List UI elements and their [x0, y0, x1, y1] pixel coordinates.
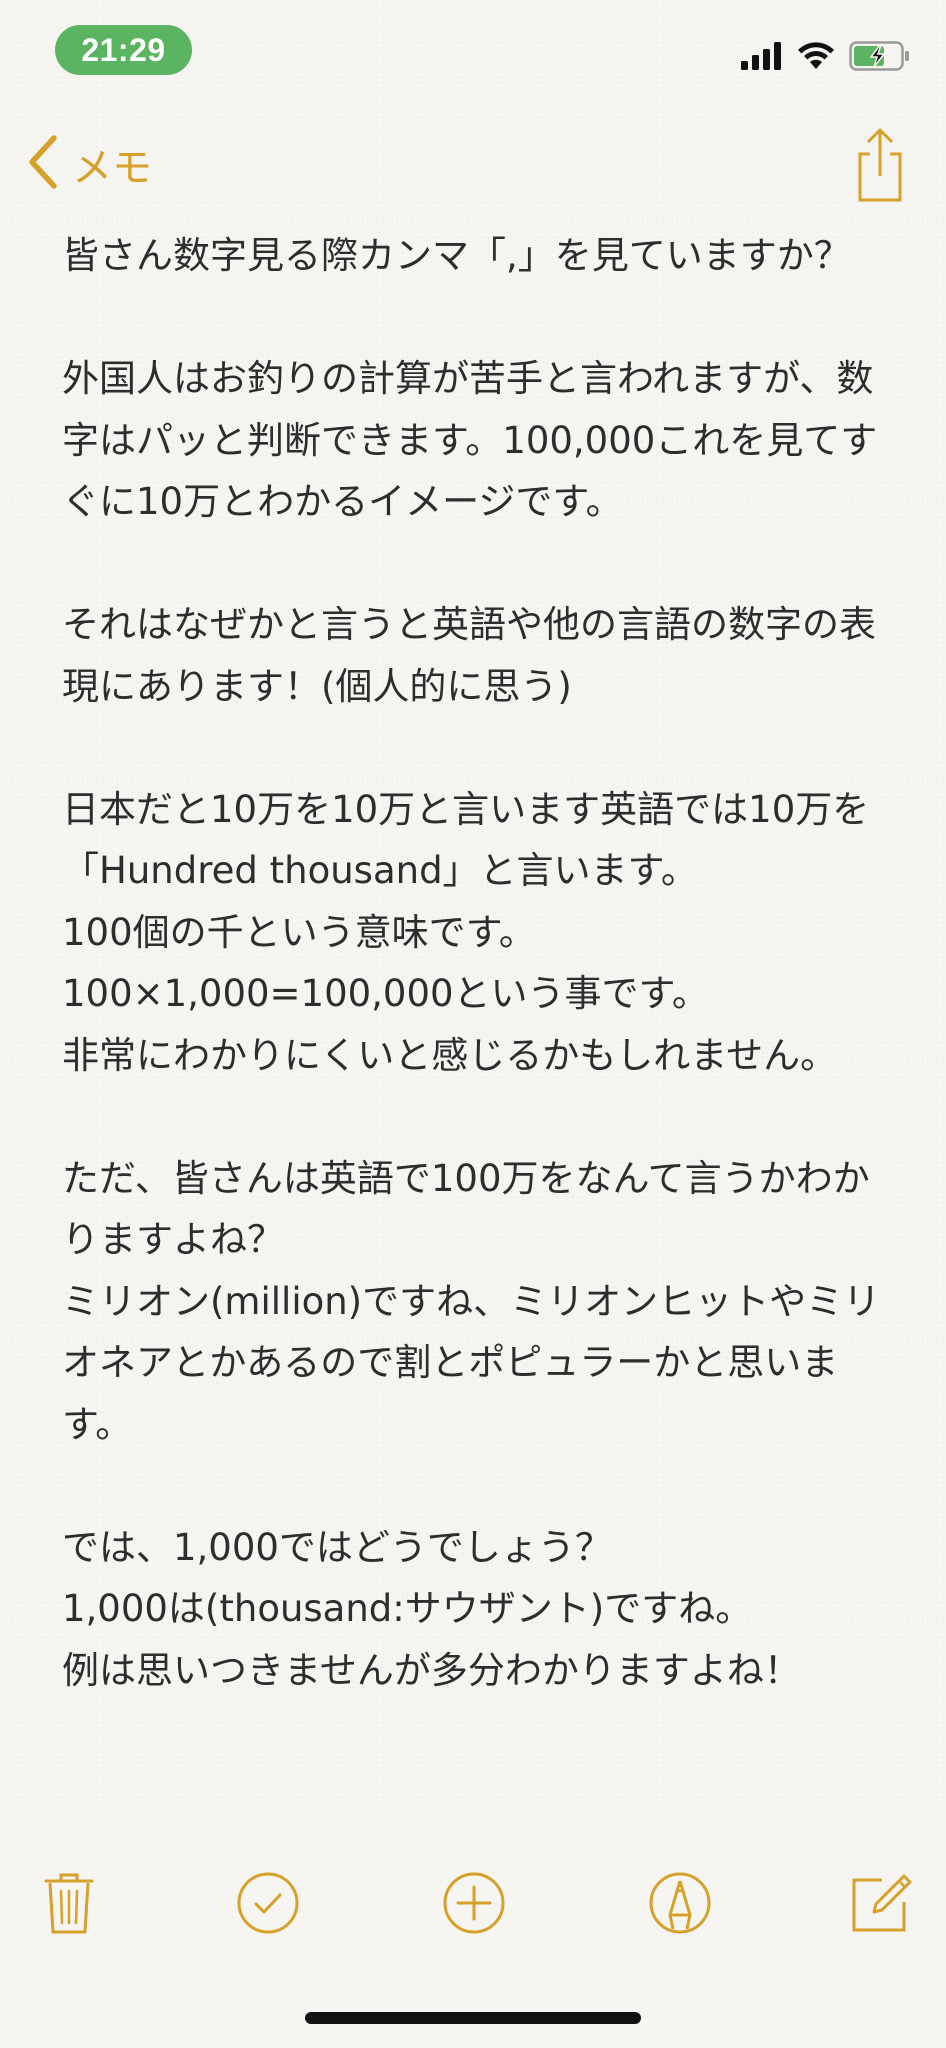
share-icon: [850, 128, 910, 208]
note-paragraph: 100個の千という意味です。: [62, 910, 536, 954]
note-paragraph: 外国人はお釣りの計算が苦手と言われますが、数字はパッと判断できます。100,00…: [62, 357, 878, 523]
cellular-signal-icon: [741, 42, 783, 74]
battery-charging-icon: [849, 41, 911, 75]
trash-icon: [44, 1871, 94, 1939]
bottom-toolbar: [0, 1870, 946, 1940]
note-blank-line: [62, 533, 892, 595]
note-paragraph: 1,000は(thousand:サウザント)ですね。: [62, 1587, 753, 1630]
note-paragraph: それはなぜかと言うと英語や他の言語の数字の表現にあります！(個人的に思う): [62, 603, 876, 708]
note-text[interactable]: 皆さん数字見る際カンマ「,」を見ていますか？ 外国人はお釣りの計算が苦手と言われま…: [62, 225, 892, 1701]
checklist-icon: [236, 1871, 300, 1939]
navigation-bar: メモ: [0, 120, 946, 210]
note-blank-line: [62, 1086, 892, 1148]
status-time: 21:29: [55, 25, 192, 75]
wifi-icon: [797, 42, 835, 74]
note-paragraph: 100×1,000=100,000という事です。: [62, 972, 709, 1015]
note-paragraph: では、1,000ではどうでしょう？: [62, 1525, 612, 1569]
markup-button[interactable]: [645, 1870, 715, 1940]
checklist-button[interactable]: [233, 1870, 303, 1940]
note-paragraph: ミリオン(million)ですね、ミリオンヒットやミリオネアとかあるので割とポピ…: [62, 1279, 881, 1446]
chevron-left-icon: [26, 134, 60, 194]
note-paragraph: 日本だと10万を10万と言います英語では10万を「Hundred thousan…: [62, 787, 870, 893]
note-paragraph: 皆さん数字見る際カンマ「,」を見ていますか？: [62, 234, 851, 277]
compose-button[interactable]: [846, 1870, 916, 1940]
back-button[interactable]: メモ: [26, 134, 152, 194]
note-paragraph: 例は思いつきませんが多分わかりますよね！: [62, 1648, 801, 1692]
home-indicator: [305, 2012, 641, 2024]
note-blank-line: [62, 717, 892, 779]
back-label: メモ: [72, 145, 152, 191]
note-paragraph: 非常にわかりにくいと感じるかもしれません。: [62, 1033, 838, 1077]
note-paragraph: ただ、皆さんは英語で100万をなんて言うかわかりますよね？: [62, 1156, 870, 1262]
note-blank-line: [62, 287, 892, 349]
status-icons: [741, 40, 911, 76]
markup-icon: [648, 1871, 712, 1939]
delete-button[interactable]: [34, 1870, 104, 1940]
note-blank-line: [62, 1455, 892, 1517]
compose-icon: [848, 1870, 914, 1940]
add-button[interactable]: [439, 1870, 509, 1940]
share-button[interactable]: [850, 126, 910, 204]
status-bar: 21:29: [0, 0, 946, 100]
add-icon: [442, 1871, 506, 1939]
